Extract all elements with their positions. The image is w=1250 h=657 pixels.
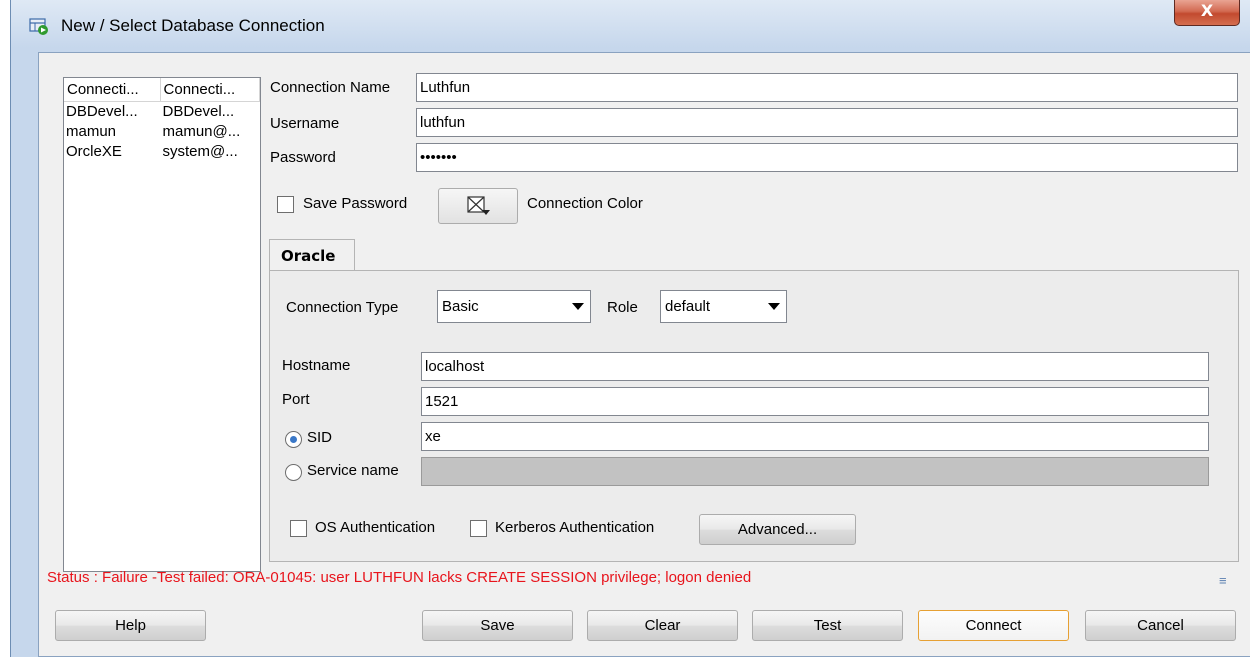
- kerberos-authentication-label[interactable]: Kerberos Authentication: [495, 519, 654, 536]
- window-title: New / Select Database Connection: [61, 16, 325, 35]
- role-select[interactable]: default: [660, 290, 787, 323]
- connections-list[interactable]: Connecti... Connecti... DBDevel... DBDev…: [63, 77, 261, 572]
- table-row[interactable]: OrcleXE system@...: [64, 142, 260, 162]
- color-picker-icon: [467, 196, 490, 215]
- connection-details-cell: mamun@...: [162, 123, 241, 140]
- table-row[interactable]: mamun mamun@...: [64, 122, 260, 142]
- connection-name-cell: mamun: [66, 123, 117, 140]
- connection-color-label: Connection Color: [527, 195, 643, 212]
- service-name-label[interactable]: Service name: [307, 462, 399, 479]
- connection-color-button[interactable]: [438, 188, 518, 224]
- close-button[interactable]: X: [1174, 0, 1240, 26]
- column-header-connection-name[interactable]: Connecti...: [64, 78, 161, 101]
- password-input[interactable]: •••••••: [416, 143, 1238, 172]
- connection-type-label: Connection Type: [286, 299, 399, 316]
- os-authentication-label[interactable]: OS Authentication: [315, 519, 435, 536]
- clear-button[interactable]: Clear: [587, 610, 738, 641]
- help-button[interactable]: Help: [55, 610, 206, 641]
- connection-name-cell: DBDevel...: [66, 103, 138, 120]
- connection-name-input[interactable]: Luthfun: [416, 73, 1238, 102]
- connection-details-cell: system@...: [162, 143, 238, 160]
- chevron-down-icon: [572, 303, 584, 310]
- save-button[interactable]: Save: [422, 610, 573, 641]
- test-button[interactable]: Test: [752, 610, 903, 641]
- advanced-button[interactable]: Advanced...: [699, 514, 856, 545]
- service-name-radio[interactable]: [285, 464, 302, 481]
- username-input[interactable]: luthfun: [416, 108, 1238, 137]
- connection-type-value: Basic: [442, 298, 479, 315]
- hostname-input[interactable]: localhost: [421, 352, 1209, 381]
- connection-name-cell: OrcleXE: [66, 143, 122, 160]
- connection-name-label: Connection Name: [270, 79, 391, 96]
- connection-type-select[interactable]: Basic: [437, 290, 591, 323]
- save-password-checkbox[interactable]: [277, 196, 294, 213]
- connection-details-cell: DBDevel...: [162, 103, 235, 120]
- table-row[interactable]: DBDevel... DBDevel...: [64, 102, 260, 122]
- sid-input[interactable]: xe: [421, 422, 1209, 451]
- sid-radio[interactable]: [285, 431, 302, 448]
- password-label: Password: [270, 149, 336, 166]
- cancel-button[interactable]: Cancel: [1085, 610, 1236, 641]
- service-name-input: [421, 457, 1209, 486]
- column-header-connection-details[interactable]: Connecti...: [160, 78, 260, 101]
- save-password-label[interactable]: Save Password: [303, 195, 407, 212]
- status-message: Status : Failure -Test failed: ORA-01045…: [47, 569, 752, 586]
- role-value: default: [665, 298, 711, 315]
- connections-list-header: Connecti... Connecti...: [64, 78, 260, 102]
- sid-label[interactable]: SID: [307, 429, 332, 446]
- dialog-window: New / Select Database Connection X Conne…: [10, 0, 1250, 657]
- port-input[interactable]: 1521: [421, 387, 1209, 416]
- details-list-icon[interactable]: ≡: [1219, 573, 1227, 588]
- kerberos-authentication-checkbox[interactable]: [470, 520, 487, 537]
- username-label: Username: [270, 115, 340, 132]
- title-bar[interactable]: New / Select Database Connection X: [11, 0, 1250, 52]
- role-label: Role: [607, 299, 638, 316]
- connect-button[interactable]: Connect: [918, 610, 1069, 641]
- chevron-down-icon: [768, 303, 780, 310]
- database-connection-icon: [29, 18, 48, 35]
- port-label: Port: [282, 391, 310, 408]
- hostname-label: Hostname: [282, 357, 351, 374]
- os-authentication-checkbox[interactable]: [290, 520, 307, 537]
- dialog-client-area: Connecti... Connecti... DBDevel... DBDev…: [38, 52, 1250, 657]
- tab-oracle[interactable]: Oracle: [269, 239, 355, 271]
